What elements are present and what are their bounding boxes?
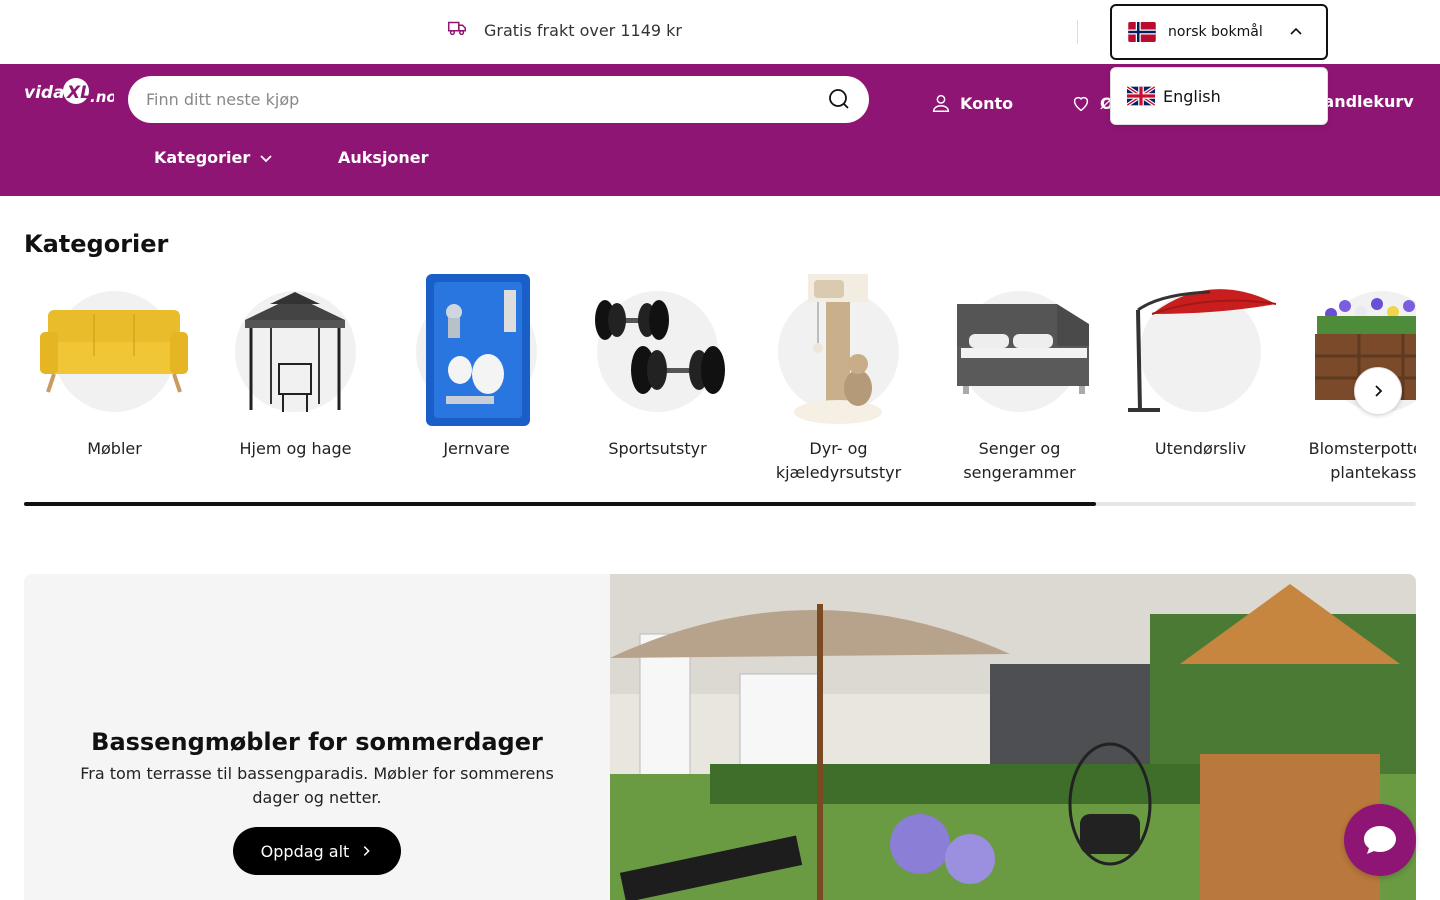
parasol-image (1128, 289, 1277, 412)
truck-icon (446, 17, 468, 43)
norway-flag-icon (1128, 22, 1156, 42)
wishlist-link[interactable]: Ø (1070, 92, 1114, 114)
promo-banner-text: Bassengmøbler for sommerdager Fra tom te… (24, 728, 610, 810)
promo-banner: Bassengmøbler for sommerdager Fra tom te… (24, 574, 1416, 900)
chevron-right-icon (1375, 385, 1383, 397)
carousel-scrollbar-thumb[interactable] (24, 502, 1096, 506)
heart-icon (1073, 96, 1089, 112)
sofa-image (40, 310, 188, 393)
poolside-furniture-image (610, 574, 1416, 900)
carousel-scrollbar[interactable] (24, 502, 1416, 506)
site-logo[interactable]: vida XL .no (24, 76, 117, 110)
spray-gun-case-image (426, 274, 530, 426)
gazebo-image (245, 292, 345, 412)
category-label: Møbler (87, 439, 142, 458)
nav-categories[interactable]: Kategorier (154, 148, 274, 167)
nav-auctions[interactable]: Auksjoner (338, 148, 429, 167)
svg-text:XL: XL (66, 83, 91, 103)
nav-categories-label: Kategorier (154, 148, 251, 167)
search-bar (128, 76, 869, 123)
language-selected-label: norsk bokmål (1168, 24, 1263, 40)
uk-flag-icon (1127, 86, 1155, 106)
chat-button[interactable] (1344, 804, 1416, 876)
category-label: Utendørsliv (1154, 439, 1247, 458)
category-label: Hjem og hage (239, 439, 352, 458)
language-option-english[interactable]: English (1110, 67, 1328, 125)
svg-text:.no: .no (90, 88, 114, 106)
category-carousel: Møbler Hjem og hage Jernvare Sportsutsty… (24, 265, 1416, 495)
category-label: Dyr- og kjæledyrsutstyr (775, 439, 902, 482)
discover-all-label: Oppdag alt (260, 841, 350, 861)
divider (1077, 20, 1078, 44)
chat-bubble-icon (1364, 826, 1396, 854)
dumbbells-image (595, 300, 725, 394)
account-link[interactable]: Konto (930, 92, 1013, 114)
search-input[interactable] (146, 90, 786, 109)
nav-auctions-label: Auksjoner (338, 148, 429, 167)
promo-banner-title: Bassengmøbler for sommerdager (91, 728, 543, 756)
user-icon (932, 94, 950, 112)
promo-banner-subtitle: Fra tom terrasse til bassengparadis. Møb… (80, 764, 554, 807)
svg-text:vida: vida (24, 83, 65, 103)
carousel-next-button[interactable] (1354, 367, 1402, 415)
category-label: Jernvare (443, 439, 510, 458)
search-icon[interactable] (827, 87, 851, 111)
language-selector[interactable]: norsk bokmål (1110, 4, 1328, 60)
category-label: Senger og sengerammer (963, 439, 1076, 482)
bed-frame-image (957, 304, 1089, 394)
chevron-down-icon (260, 154, 272, 162)
cat-tree-image (794, 274, 882, 424)
top-bar: Gratis frakt over 1149 kr norsk bokmål (0, 0, 1440, 64)
discover-all-button[interactable]: Oppdag alt (233, 827, 401, 875)
free-shipping-text: Gratis frakt over 1149 kr (484, 20, 682, 40)
categories-heading: Kategorier (24, 230, 169, 258)
category-label: Sportsutstyr (608, 439, 707, 458)
free-shipping-notice: Gratis frakt over 1149 kr (446, 17, 682, 43)
account-label: Konto (960, 93, 1014, 113)
category-label: Blomsterpotter og plantekasser (1308, 439, 1416, 482)
language-option-label: English (1163, 86, 1221, 106)
chevron-right-icon (364, 846, 371, 856)
chevron-up-icon (1290, 27, 1302, 35)
